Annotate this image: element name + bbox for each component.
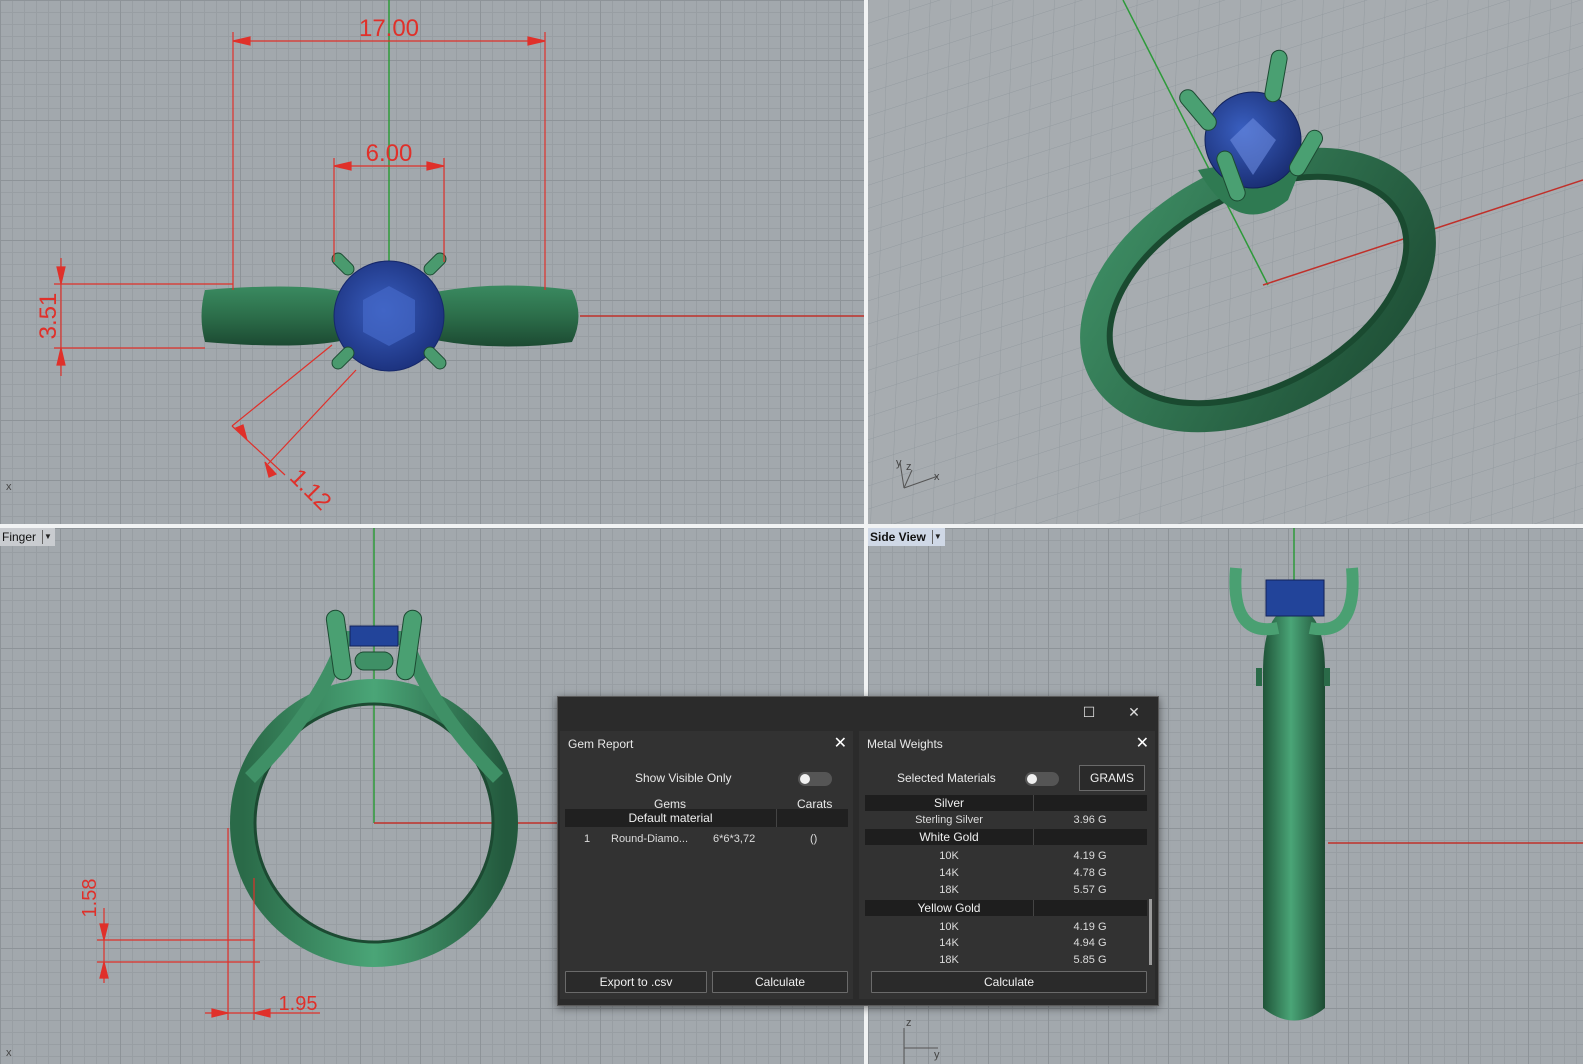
export-csv-button[interactable]: Export to .csv <box>565 971 707 993</box>
close-icon[interactable]: ✕ <box>1136 733 1149 753</box>
gem-row-carats: () <box>810 833 818 845</box>
dialog-titlebar[interactable]: ☐ ✕ <box>558 697 1158 727</box>
dim-inner: 6.00 <box>366 140 413 167</box>
metal-group-silver[interactable]: Silver <box>865 795 1147 811</box>
gem-report-title: Gem Report <box>568 737 634 751</box>
top-view-scene: 17.00 6.00 3.51 1.12 x <box>6 0 864 516</box>
chevron-down-icon[interactable]: ▼ <box>931 530 943 544</box>
perspective-scene: y z x <box>868 0 1583 524</box>
close-icon[interactable]: ✕ <box>1123 701 1145 723</box>
viewport-divider-horizontal[interactable] <box>0 524 1583 528</box>
gem-row-size: 6*6*3,72 <box>713 833 756 845</box>
svg-text:x: x <box>934 471 940 483</box>
gem-row-index: 1 <box>584 833 591 845</box>
show-visible-toggle[interactable] <box>798 772 832 786</box>
metal-row[interactable]: 14K 4.94 G <box>865 935 1147 951</box>
svg-text:z: z <box>906 1017 912 1029</box>
svg-text:y: y <box>934 1049 940 1061</box>
metal-row[interactable]: 10K 4.19 G <box>865 919 1147 935</box>
gem-report-panel: Gem Report ✕ Show Visible Only Gems Cara… <box>560 731 853 999</box>
close-icon[interactable]: ✕ <box>834 733 847 753</box>
gem-calculate-button[interactable]: Calculate <box>712 971 848 993</box>
metal-calculate-button[interactable]: Calculate <box>871 971 1147 993</box>
gem-row-name[interactable]: Round-Diamo... <box>611 833 688 845</box>
metal-row[interactable]: 18K 5.85 G <box>865 952 1147 968</box>
gem-front <box>349 625 399 647</box>
dim-width: 17.00 <box>359 15 419 42</box>
dim-shank-h: 1.58 <box>79 879 101 918</box>
metal-group-white-gold[interactable]: White Gold <box>865 829 1147 845</box>
dim-height: 3.51 <box>35 293 62 340</box>
dim-shank-w: 1.95 <box>279 993 318 1015</box>
selected-materials-label: Selected Materials <box>897 771 996 785</box>
metal-row[interactable]: 14K 4.78 G <box>865 865 1147 881</box>
viewport-top[interactable]: 17.00 6.00 3.51 1.12 x <box>0 0 864 524</box>
metal-weights-panel: Metal Weights ✕ Selected Materials GRAMS… <box>859 731 1155 999</box>
svg-text:y: y <box>896 457 902 469</box>
metal-group-yellow-gold[interactable]: Yellow Gold <box>865 900 1147 916</box>
dimensions-top <box>54 32 546 478</box>
svg-text:x: x <box>6 1047 12 1059</box>
metal-row[interactable]: Sterling Silver 3.96 G <box>865 812 1147 828</box>
shank-left <box>201 286 345 346</box>
metal-row[interactable]: 10K 4.19 G <box>865 848 1147 864</box>
viewport-perspective[interactable]: y z x <box>868 0 1583 524</box>
shank-right <box>435 285 579 347</box>
metal-weights-title: Metal Weights <box>867 737 943 751</box>
gem-side <box>1265 579 1325 617</box>
metal-row[interactable]: 18K 5.57 G <box>865 882 1147 898</box>
unit-button[interactable]: GRAMS <box>1079 765 1145 791</box>
show-visible-label: Show Visible Only <box>635 771 732 785</box>
chevron-down-icon[interactable]: ▼ <box>42 530 53 544</box>
metal-list-scrollbar[interactable] <box>1149 899 1152 965</box>
group-row[interactable]: Default material <box>565 809 848 827</box>
svg-text:z: z <box>906 461 912 473</box>
viewport-label-side-view[interactable]: Side View ▼ <box>868 528 945 546</box>
gem-metal-dialog: ☐ ✕ Gem Report ✕ Show Visible Only Gems … <box>557 696 1159 1006</box>
viewport-label-finger[interactable]: Finger ▼ <box>0 528 56 546</box>
ring-side <box>1263 608 1325 1021</box>
selected-materials-toggle[interactable] <box>1025 772 1059 786</box>
dim-prong: 1.12 <box>284 464 336 516</box>
axis-x-indicator: x <box>6 481 12 493</box>
maximize-icon[interactable]: ☐ <box>1078 701 1100 723</box>
